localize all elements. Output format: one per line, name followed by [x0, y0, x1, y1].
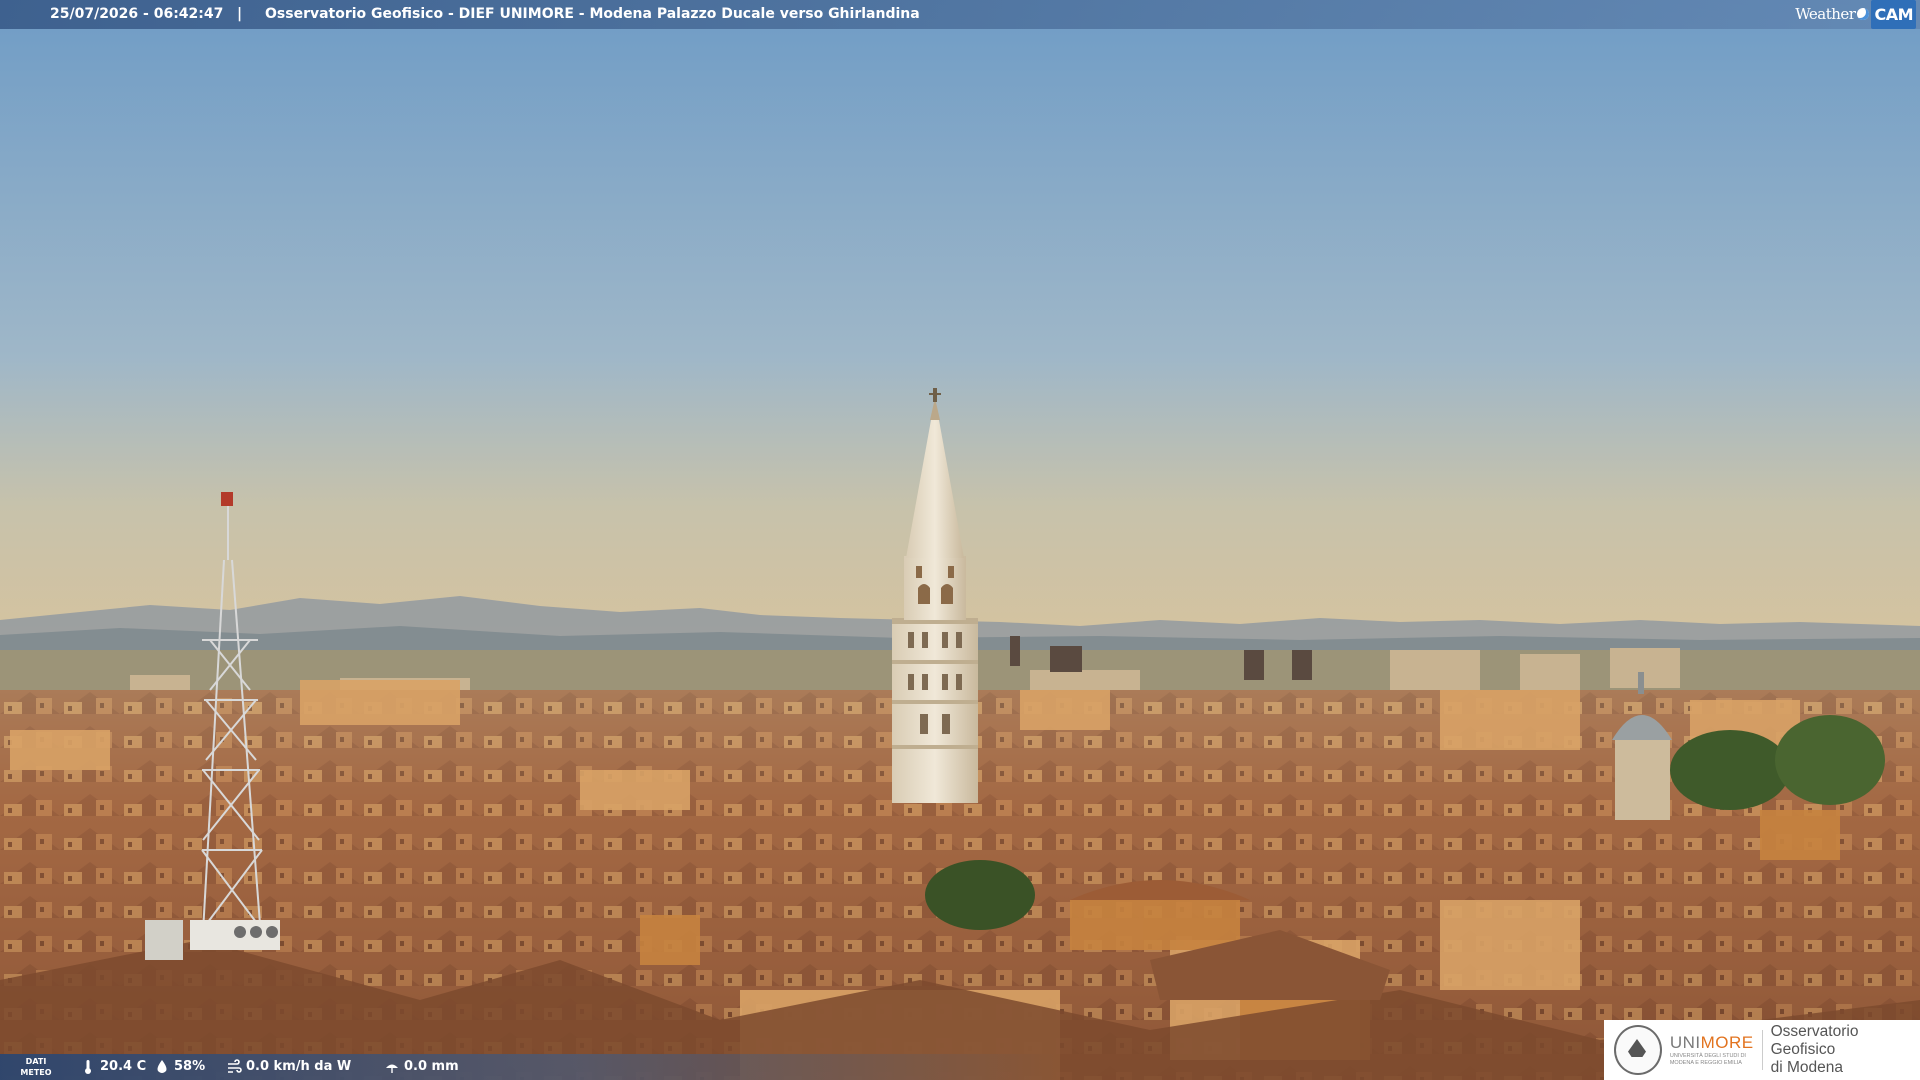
humidity-value: 58% [174, 1059, 206, 1074]
wind-reading: 0.0 km/h da W [226, 1054, 351, 1080]
capture-timestamp: 25/07/2026 - 06:42:47 [50, 6, 224, 22]
temperature-value: 20.4 C [100, 1059, 147, 1074]
weather-data-label: DATI METEO [20, 1057, 52, 1077]
wind-value: 0.0 km/h da W [246, 1059, 352, 1074]
weathercam-logo: Weather CAM [1795, 0, 1916, 29]
university-subtitle: UNIVERSITÀ DEGLI STUDI DI MODENA E REGGI… [1669, 1053, 1746, 1066]
uni-text-orange: MORE [1700, 1033, 1754, 1052]
unimore-observatory-logo: UNIMORE UNIVERSITÀ DEGLI STUDI DI MODENA… [1604, 1020, 1920, 1080]
city-skyline-photo [0, 0, 1920, 1080]
logo-divider [1761, 1030, 1763, 1070]
humidity-drop-icon [157, 1060, 167, 1073]
rain-icon [386, 1064, 398, 1073]
thermometer-icon [85, 1060, 91, 1074]
temperature-reading: 20.4 C [80, 1054, 146, 1080]
unimore-wordmark: UNIMORE UNIVERSITÀ DEGLI STUDI DI MODENA… [1670, 1033, 1754, 1067]
humidity-reading: 58% [154, 1054, 205, 1080]
brand-globe-icon [1857, 8, 1870, 20]
observatory-name: Osservatorio Geofisico di Modena [1770, 1023, 1859, 1076]
brand-cam-text: CAM [1871, 0, 1916, 29]
university-seal-icon [1614, 1025, 1662, 1075]
brand-weather-text: Weather [1795, 4, 1856, 23]
camera-header-bar: 25/07/2026 - 06:42:47 | Osservatorio Geo… [0, 0, 1920, 29]
wind-icon [228, 1059, 242, 1073]
camera-title: Osservatorio Geofisico - DIEF UNIMORE - … [265, 6, 920, 22]
header-separator: | [237, 6, 243, 22]
rain-value: 0.0 mm [404, 1059, 459, 1074]
rain-reading: 0.0 mm [384, 1054, 459, 1080]
uni-text-grey: UNI [1669, 1033, 1701, 1052]
